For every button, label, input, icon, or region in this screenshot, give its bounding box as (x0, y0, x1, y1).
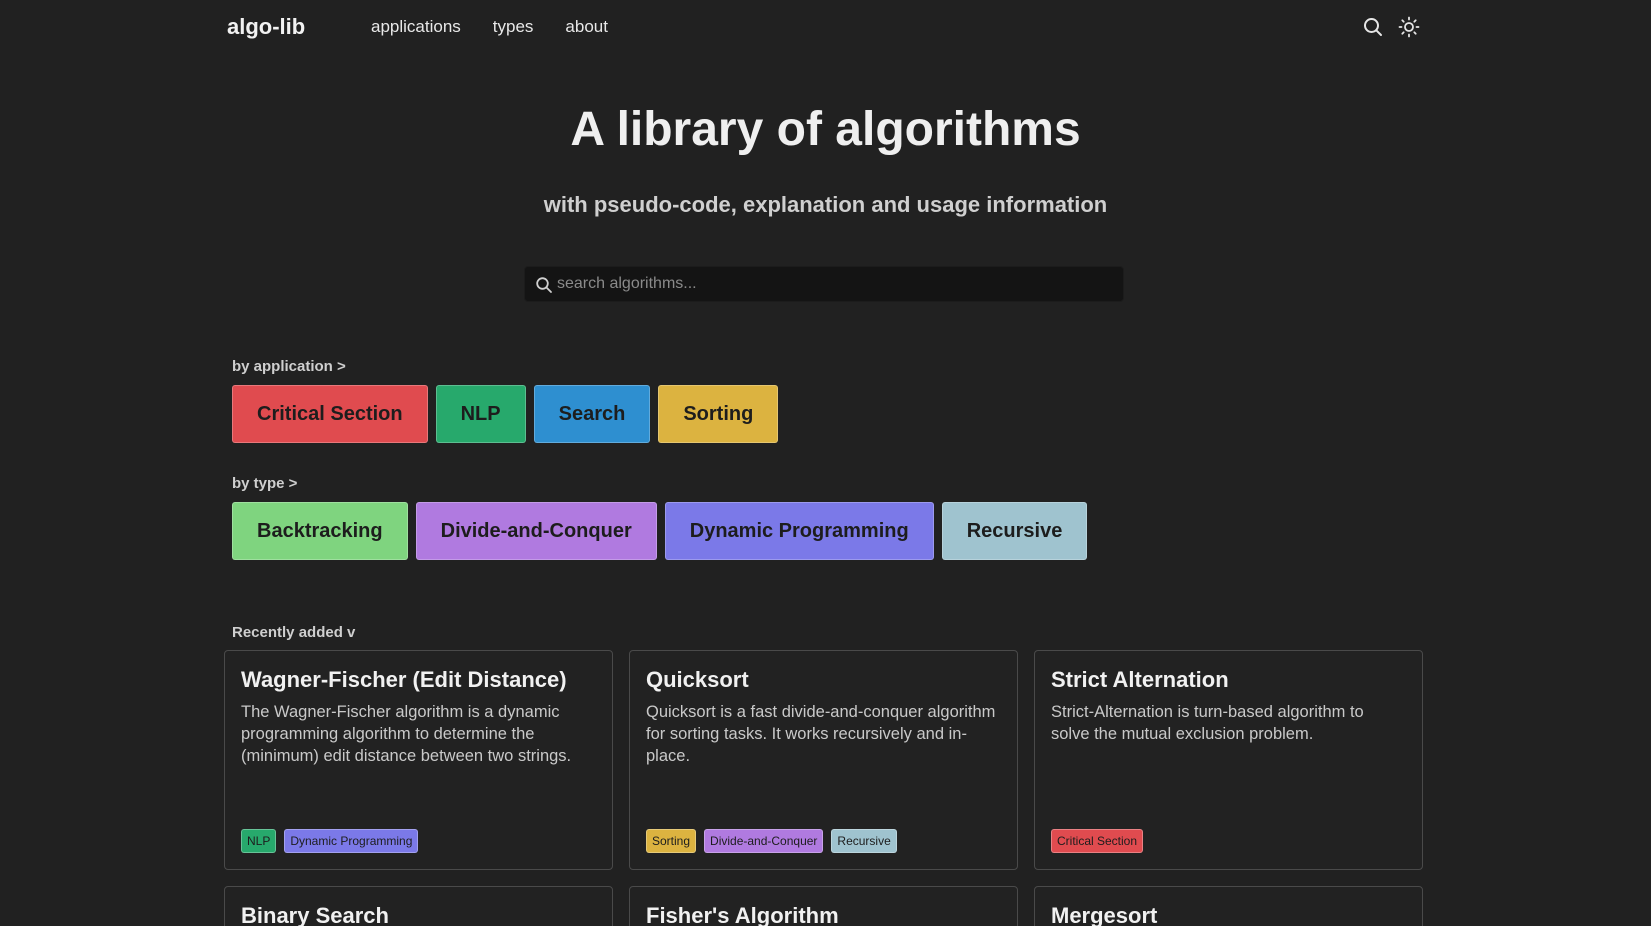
hero-subtitle: with pseudo-code, explanation and usage … (543, 192, 1108, 217)
application-chip-nlp[interactable]: NLP (435, 385, 526, 443)
card-title[interactable]: Fisher's Algorithm (646, 903, 1001, 926)
algorithm-card[interactable]: Mergesort (1034, 886, 1423, 926)
application-chip-search[interactable]: Search (533, 385, 651, 443)
type-chip-divide-and-conquer[interactable]: Divide-and-Conquer (415, 502, 657, 560)
tag-recursive[interactable]: Recursive (831, 829, 897, 853)
sun-icon[interactable] (1398, 16, 1420, 38)
nav-link-about[interactable]: about (565, 17, 608, 37)
card-title[interactable]: Binary Search (241, 903, 596, 926)
card-title[interactable]: Mergesort (1051, 903, 1406, 926)
algorithm-card[interactable]: Fisher's Algorithm (629, 886, 1018, 926)
type-chips: Backtracking Divide-and-Conquer Dynamic Pr… (232, 502, 1088, 560)
algorithm-card[interactable]: Quicksort Quicksort is a fast divide-and-… (629, 650, 1018, 870)
tag-critical-section[interactable]: Critical Section (1051, 829, 1144, 853)
search-icon[interactable] (1362, 16, 1384, 38)
card-description: The Wagner-Fischer algorithm is a dynami… (241, 703, 572, 765)
application-chip-critical-section[interactable]: Critical Section (232, 385, 428, 443)
card-description: Strict-Alternation is turn-based algorit… (1051, 703, 1364, 743)
card-tags: Sorting Divide-and-Conquer Recursive (646, 829, 897, 853)
nav-link-applications[interactable]: applications (371, 17, 461, 37)
algorithm-card[interactable]: Strict Alternation Strict-Alternation is … (1034, 650, 1423, 870)
by-type-label[interactable]: by type > (232, 475, 297, 492)
search-input[interactable] (557, 267, 1117, 301)
nav-icons (1362, 16, 1420, 38)
card-title[interactable]: Quicksort (646, 667, 1001, 693)
type-chip-recursive[interactable]: Recursive (941, 502, 1088, 560)
tag-sorting[interactable]: Sorting (646, 829, 697, 853)
algorithm-card[interactable]: Binary Search (224, 886, 613, 926)
application-chip-sorting[interactable]: Sorting (658, 385, 779, 443)
search-icon (535, 276, 553, 294)
nav-link-types[interactable]: types (493, 17, 534, 37)
application-chips: Critical Section NLP Search Sorting (232, 385, 779, 443)
recent-cards: Wagner-Fischer (Edit Distance) The Wagner… (224, 650, 1423, 926)
card-title[interactable]: Wagner-Fischer (Edit Distance) (241, 667, 596, 693)
nav-links: applications types about (371, 17, 608, 37)
type-chip-backtracking[interactable]: Backtracking (232, 502, 408, 560)
hero-title: A library of algorithms (570, 103, 1081, 156)
by-application-label[interactable]: by application > (232, 358, 346, 375)
card-tags: NLP Dynamic Programming (241, 829, 419, 853)
card-tags: Critical Section (1051, 829, 1144, 853)
tag-nlp[interactable]: NLP (241, 829, 277, 853)
top-nav: algo-lib applications types about (0, 0, 1651, 56)
recently-added-label[interactable]: Recently added v (232, 624, 355, 641)
algorithm-card[interactable]: Wagner-Fischer (Edit Distance) The Wagner… (224, 650, 613, 870)
card-description: Quicksort is a fast divide-and-conquer a… (646, 703, 996, 765)
tag-divide-and-conquer[interactable]: Divide-and-Conquer (704, 829, 824, 853)
card-title[interactable]: Strict Alternation (1051, 667, 1406, 693)
tag-dynamic-programming[interactable]: Dynamic Programming (284, 829, 419, 853)
logo[interactable]: algo-lib (227, 14, 305, 40)
type-chip-dynamic-programming[interactable]: Dynamic Programming (664, 502, 934, 560)
search-box (524, 266, 1124, 302)
